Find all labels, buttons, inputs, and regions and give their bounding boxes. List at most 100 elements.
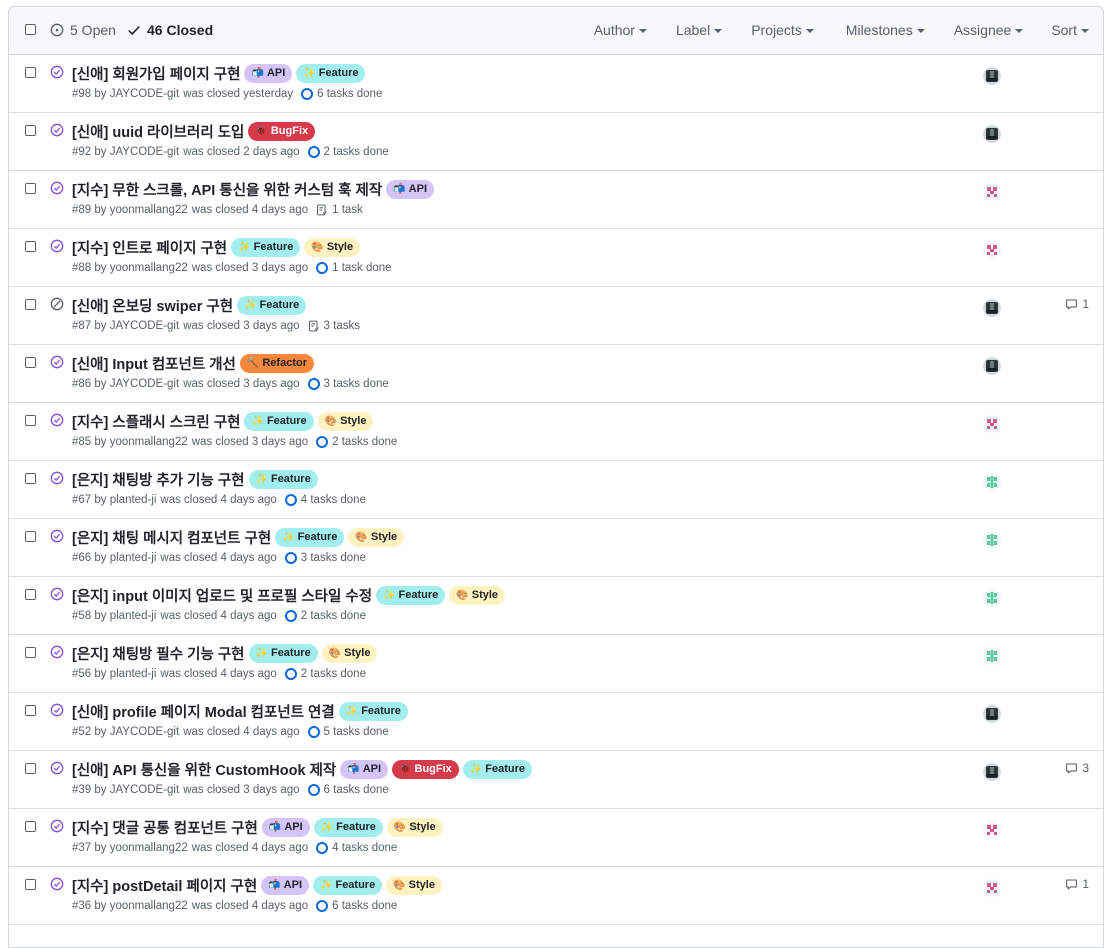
issue-author-link[interactable]: planted-ji: [110, 552, 157, 564]
assignee-avatar[interactable]: [983, 357, 1001, 375]
label-style[interactable]: 🎨 Style: [449, 586, 506, 605]
label-api[interactable]: 📬 API: [261, 876, 310, 895]
issue-title-link[interactable]: [은지] 채팅방 추가 기능 구현: [72, 469, 245, 490]
assignee-avatar[interactable]: [983, 183, 1001, 201]
label-style[interactable]: 🎨 Style: [317, 412, 374, 431]
issue-title-link[interactable]: [은지] 채팅 메시지 컴포넌트 구현: [72, 527, 271, 548]
label-feature[interactable]: ✨ Feature: [244, 412, 314, 431]
issue-title-link[interactable]: [신애] Input 컴포넌트 개선: [72, 353, 236, 374]
issue-title-link[interactable]: [지수] 댓글 공통 컴포넌트 구현: [72, 817, 258, 838]
milestones-filter[interactable]: Milestones: [846, 22, 925, 38]
label-style[interactable]: 🎨 Style: [321, 644, 378, 663]
issue-author-link[interactable]: JAYCODE-git: [110, 146, 179, 158]
issue-author-link[interactable]: yoonmallang22: [110, 900, 188, 912]
label-filter[interactable]: Label: [676, 22, 723, 38]
issue-select-checkbox[interactable]: [25, 821, 36, 832]
label-bugfix[interactable]: 🐞 BugFix: [392, 760, 459, 779]
comments-link[interactable]: 3: [1065, 761, 1089, 775]
issue-author-link[interactable]: yoonmallang22: [110, 436, 188, 448]
issue-title-link[interactable]: [신애] uuid 라이브러리 도입: [72, 121, 244, 142]
label-feature[interactable]: ✨ Feature: [338, 702, 408, 721]
label-api[interactable]: 📬 API: [261, 818, 310, 837]
issue-author-link[interactable]: JAYCODE-git: [110, 784, 179, 796]
assignee-avatar[interactable]: [983, 415, 1001, 433]
projects-filter[interactable]: Projects: [751, 22, 814, 38]
by-text: by: [91, 262, 110, 274]
assignee-avatar[interactable]: [983, 473, 1001, 491]
issue-select-checkbox[interactable]: [25, 241, 36, 252]
assignee-avatar[interactable]: [983, 299, 1001, 317]
label-style[interactable]: 🎨 Style: [386, 818, 443, 837]
issue-select-checkbox[interactable]: [25, 183, 36, 194]
label-api[interactable]: 📬 API: [244, 64, 293, 83]
issue-author-link[interactable]: yoonmallang22: [110, 842, 188, 854]
issue-title-link[interactable]: [신애] 온보딩 swiper 구현: [72, 295, 233, 316]
assignee-avatar[interactable]: [983, 531, 1001, 549]
assignee-avatar[interactable]: [983, 647, 1001, 665]
issue-select-checkbox[interactable]: [25, 67, 36, 78]
issue-author-link[interactable]: JAYCODE-git: [110, 88, 179, 100]
issue-title-link[interactable]: [지수] 스플래시 스크린 구현: [72, 411, 240, 432]
label-feature[interactable]: ✨ Feature: [231, 238, 301, 257]
issue-title-link[interactable]: [지수] 인트로 페이지 구현: [72, 237, 227, 258]
label-style[interactable]: 🎨 Style: [386, 876, 442, 895]
label-refactor[interactable]: 🔨 Refactor: [239, 354, 314, 373]
author-filter[interactable]: Author: [594, 22, 647, 38]
issue-title-link[interactable]: [신애] profile 페이지 Modal 컴포넌트 연결: [72, 701, 335, 722]
issue-select-checkbox[interactable]: [25, 763, 36, 774]
label-api[interactable]: 📬 API: [340, 760, 389, 779]
issue-select-checkbox[interactable]: [25, 647, 36, 658]
issue-select-checkbox[interactable]: [25, 299, 36, 310]
label-feature[interactable]: ✨ Feature: [248, 470, 318, 489]
label-style[interactable]: 🎨 Style: [348, 528, 405, 547]
issue-select-checkbox[interactable]: [25, 705, 36, 716]
closed-issues-toggle[interactable]: 46 Closed: [127, 22, 213, 38]
issue-author-link[interactable]: JAYCODE-git: [110, 320, 179, 332]
issue-title-link[interactable]: [은지] input 이미지 업로드 및 프로필 스타일 수정: [72, 585, 372, 606]
assignee-avatar[interactable]: [983, 241, 1001, 259]
issue-select-checkbox[interactable]: [25, 879, 36, 890]
label-style[interactable]: 🎨 Style: [304, 238, 361, 257]
assignee-avatar[interactable]: [983, 589, 1001, 607]
issue-author-link[interactable]: yoonmallang22: [110, 262, 188, 274]
assignee-avatar[interactable]: [983, 821, 1001, 839]
issue-title-link[interactable]: [지수] postDetail 페이지 구현: [72, 875, 257, 896]
assignee-avatar[interactable]: [983, 879, 1001, 897]
assignee-avatar[interactable]: [983, 705, 1001, 723]
label-feature[interactable]: ✨ Feature: [296, 64, 366, 83]
issue-select-checkbox[interactable]: [25, 589, 36, 600]
issue-author-link[interactable]: yoonmallang22: [110, 204, 188, 216]
label-feature[interactable]: ✨ Feature: [248, 644, 318, 663]
label-feature[interactable]: ✨ Feature: [313, 818, 383, 837]
comments-link[interactable]: 1: [1065, 877, 1089, 891]
label-bugfix[interactable]: 🐞 BugFix: [248, 122, 316, 141]
issue-select-checkbox[interactable]: [25, 357, 36, 368]
open-issues-toggle[interactable]: 5 Open: [50, 22, 116, 38]
issue-select-checkbox[interactable]: [25, 415, 36, 426]
issue-author-link[interactable]: planted-ji: [110, 494, 157, 506]
label-feature[interactable]: ✨ Feature: [275, 528, 345, 547]
label-feature[interactable]: ✨ Feature: [462, 760, 532, 779]
assignee-avatar[interactable]: [983, 763, 1001, 781]
issue-author-link[interactable]: planted-ji: [110, 668, 157, 680]
label-api[interactable]: 📬 API: [386, 180, 435, 199]
issue-title-link[interactable]: [신애] API 통신을 위한 CustomHook 제작: [72, 759, 336, 780]
sort-filter[interactable]: Sort: [1051, 22, 1089, 38]
label-feature[interactable]: ✨ Feature: [237, 296, 307, 315]
issue-select-checkbox[interactable]: [25, 531, 36, 542]
issue-author-link[interactable]: JAYCODE-git: [110, 378, 179, 390]
issue-author-link[interactable]: JAYCODE-git: [110, 726, 179, 738]
assignee-avatar[interactable]: [983, 67, 1001, 85]
issue-title-link[interactable]: [지수] 무한 스크롤, API 통신을 위한 커스텀 훅 제작: [72, 179, 382, 200]
issue-author-link[interactable]: planted-ji: [110, 610, 157, 622]
comments-link[interactable]: 1: [1065, 297, 1089, 311]
issue-title-link[interactable]: [은지] 채팅방 필수 기능 구현: [72, 643, 245, 664]
select-all-checkbox[interactable]: [25, 24, 36, 35]
assignee-filter[interactable]: Assignee: [954, 22, 1024, 38]
issue-select-checkbox[interactable]: [25, 125, 36, 136]
assignee-avatar[interactable]: [983, 125, 1001, 143]
issue-title-link[interactable]: [신애] 회원가입 페이지 구현: [72, 63, 240, 84]
label-feature[interactable]: ✨ Feature: [376, 586, 446, 605]
label-feature[interactable]: ✨ Feature: [313, 876, 383, 895]
issue-select-checkbox[interactable]: [25, 473, 36, 484]
